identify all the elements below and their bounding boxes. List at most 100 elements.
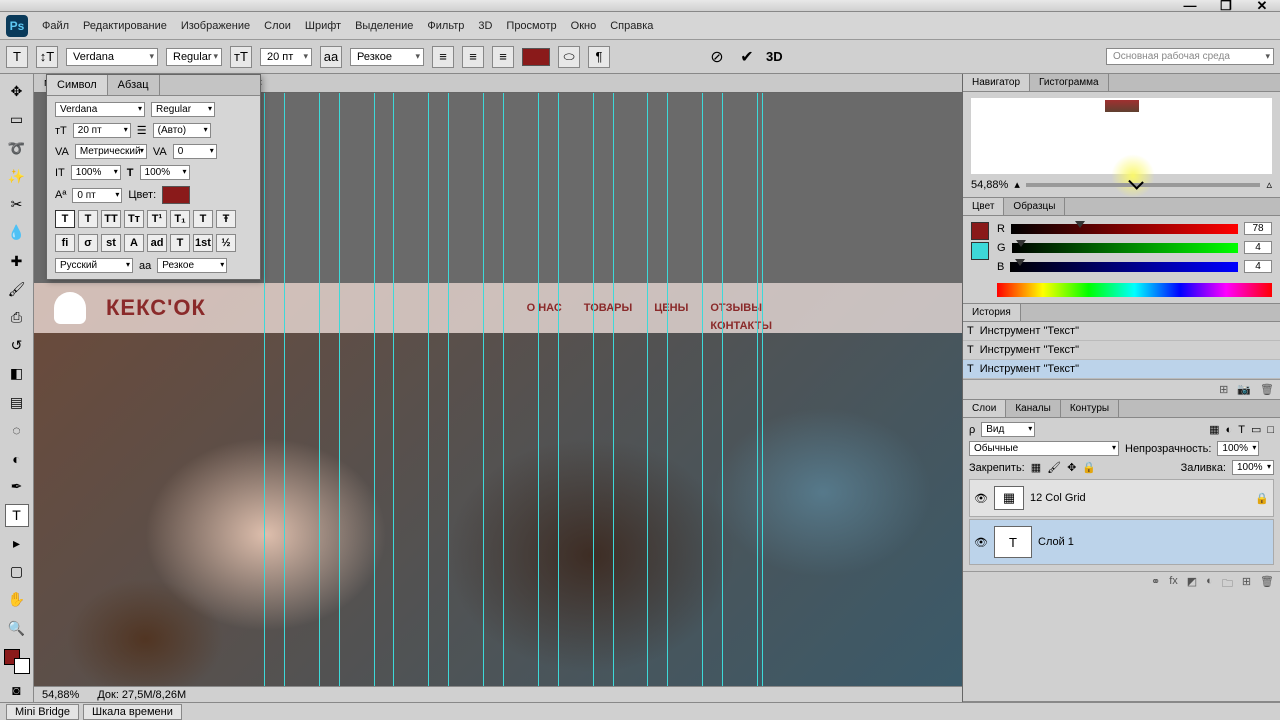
- type-tool-preset-icon[interactable]: T: [6, 46, 28, 68]
- char-panel-icon[interactable]: ¶: [588, 46, 610, 68]
- menu-type[interactable]: Шрифт: [305, 20, 341, 32]
- visibility-icon[interactable]: 👁: [974, 536, 988, 549]
- tab-channels[interactable]: Каналы: [1006, 400, 1061, 417]
- char-leading-select[interactable]: (Авто): [153, 123, 211, 138]
- tab-swatches[interactable]: Образцы: [1004, 198, 1065, 215]
- spectrum-bar[interactable]: [997, 283, 1272, 297]
- tab-timeline[interactable]: Шкала времени: [83, 704, 182, 720]
- trash-icon[interactable]: 🗑: [1260, 383, 1274, 396]
- ot-title[interactable]: T: [170, 234, 190, 252]
- opacity-input[interactable]: 100%: [1217, 441, 1259, 456]
- pen-tool-icon[interactable]: ✒: [5, 475, 29, 498]
- char-hscale[interactable]: 100%: [140, 165, 190, 180]
- color-bg-swatch[interactable]: [971, 242, 989, 260]
- faux-italic[interactable]: T: [78, 210, 98, 228]
- dodge-tool-icon[interactable]: ◐: [5, 447, 29, 470]
- all-caps[interactable]: TT: [101, 210, 121, 228]
- visibility-icon[interactable]: 👁: [974, 492, 988, 505]
- status-zoom[interactable]: 54,88%: [42, 689, 79, 701]
- menu-help[interactable]: Справка: [610, 20, 653, 32]
- underline[interactable]: T: [193, 210, 213, 228]
- faux-bold[interactable]: T: [55, 210, 75, 228]
- blur-tool-icon[interactable]: ◌: [5, 419, 29, 442]
- menu-layers[interactable]: Слои: [264, 20, 291, 32]
- eyedropper-tool-icon[interactable]: 💧: [5, 221, 29, 244]
- history-item[interactable]: TИнструмент "Текст": [963, 360, 1280, 379]
- camera-icon[interactable]: 📷: [1237, 383, 1251, 396]
- menu-3d[interactable]: 3D: [478, 20, 492, 32]
- brush-tool-icon[interactable]: 🖌: [5, 278, 29, 301]
- fg-bg-swatches[interactable]: [4, 649, 30, 674]
- filter-type-icon[interactable]: T: [1238, 424, 1245, 436]
- tab-mini-bridge[interactable]: Mini Bridge: [6, 704, 79, 720]
- font-weight-select[interactable]: Regular: [166, 48, 222, 66]
- r-slider[interactable]: [1011, 224, 1238, 234]
- link-icon[interactable]: ⚭: [1151, 575, 1160, 594]
- tab-history[interactable]: История: [963, 304, 1021, 321]
- antialias-select[interactable]: Резкое: [350, 48, 424, 66]
- navigator-zoom[interactable]: 54,88%: [971, 179, 1008, 191]
- filter-shape-icon[interactable]: ▭: [1251, 423, 1261, 436]
- char-font-select[interactable]: Verdana: [55, 102, 145, 117]
- ot-swash[interactable]: A: [124, 234, 144, 252]
- delete-icon[interactable]: 🗑: [1260, 575, 1274, 594]
- layer-name[interactable]: Слой 1: [1038, 536, 1074, 548]
- align-center-icon[interactable]: ≡: [462, 46, 484, 68]
- r-input[interactable]: [1244, 222, 1272, 235]
- marquee-tool-icon[interactable]: ▭: [5, 108, 29, 131]
- close-button[interactable]: ✕: [1248, 0, 1276, 15]
- layer-name[interactable]: 12 Col Grid: [1030, 492, 1086, 504]
- tab-character[interactable]: Символ: [47, 75, 108, 95]
- crop-tool-icon[interactable]: ✂: [5, 193, 29, 216]
- menu-image[interactable]: Изображение: [181, 20, 250, 32]
- filter-smart-icon[interactable]: □: [1267, 424, 1274, 436]
- wand-tool-icon[interactable]: ✨: [5, 165, 29, 188]
- char-kerning-select[interactable]: Метрический: [75, 144, 147, 159]
- ot-frac[interactable]: ½: [216, 234, 236, 252]
- char-size-select[interactable]: 20 пт: [73, 123, 131, 138]
- color-fg-swatch[interactable]: [971, 222, 989, 240]
- lock-paint-icon[interactable]: 🖌: [1047, 461, 1061, 474]
- mask-icon[interactable]: ◩: [1187, 575, 1197, 594]
- layer-row[interactable]: 👁 T Слой 1: [969, 519, 1274, 565]
- lock-pos-icon[interactable]: ✥: [1067, 461, 1076, 474]
- layer-row[interactable]: 👁 ▦ 12 Col Grid 🔒: [969, 479, 1274, 517]
- filter-adj-icon[interactable]: ◐: [1226, 424, 1233, 436]
- history-item[interactable]: TИнструмент "Текст": [963, 341, 1280, 360]
- char-tracking-select[interactable]: 0: [173, 144, 217, 159]
- font-family-select[interactable]: Verdana: [66, 48, 158, 66]
- tab-paragraph[interactable]: Абзац: [108, 75, 160, 95]
- lasso-tool-icon[interactable]: ➰: [5, 136, 29, 159]
- menu-file[interactable]: Файл: [42, 20, 69, 32]
- orientation-icon[interactable]: ↕T: [36, 46, 58, 68]
- b-input[interactable]: [1244, 260, 1272, 273]
- hand-tool-icon[interactable]: ✋: [5, 588, 29, 611]
- tab-histogram[interactable]: Гистограмма: [1030, 74, 1109, 91]
- ot-liga[interactable]: fi: [55, 234, 75, 252]
- align-left-icon[interactable]: ≡: [432, 46, 454, 68]
- commit-icon[interactable]: ✔: [736, 46, 758, 68]
- ot-st[interactable]: st: [101, 234, 121, 252]
- 3d-button[interactable]: 3D: [766, 49, 783, 64]
- lock-all-icon[interactable]: 🔒: [1082, 461, 1096, 474]
- char-lang-select[interactable]: Русский: [55, 258, 133, 273]
- zoom-tool-icon[interactable]: 🔍: [5, 616, 29, 639]
- new-layer-icon[interactable]: ⊞: [1242, 575, 1251, 594]
- warp-text-icon[interactable]: ⬭: [558, 46, 580, 68]
- tab-color[interactable]: Цвет: [963, 198, 1004, 215]
- filter-pix-icon[interactable]: ▦: [1209, 423, 1219, 436]
- history-brush-icon[interactable]: ↺: [5, 334, 29, 357]
- blend-mode-select[interactable]: Обычные: [969, 441, 1119, 456]
- snapshot-icon[interactable]: ⊞: [1219, 383, 1228, 396]
- text-color-swatch[interactable]: [522, 48, 550, 66]
- workspace-select[interactable]: Основная рабочая среда: [1106, 48, 1274, 65]
- maximize-button[interactable]: ❐: [1212, 0, 1240, 15]
- navigator-thumb[interactable]: [971, 98, 1272, 174]
- g-input[interactable]: [1244, 241, 1272, 254]
- char-aa-select[interactable]: Резкое: [157, 258, 227, 273]
- gradient-tool-icon[interactable]: ▤: [5, 391, 29, 414]
- path-select-icon[interactable]: ▸: [5, 532, 29, 555]
- menu-view[interactable]: Просмотр: [506, 20, 556, 32]
- menu-filter[interactable]: Фильтр: [427, 20, 464, 32]
- group-icon[interactable]: 🗀: [1222, 575, 1233, 594]
